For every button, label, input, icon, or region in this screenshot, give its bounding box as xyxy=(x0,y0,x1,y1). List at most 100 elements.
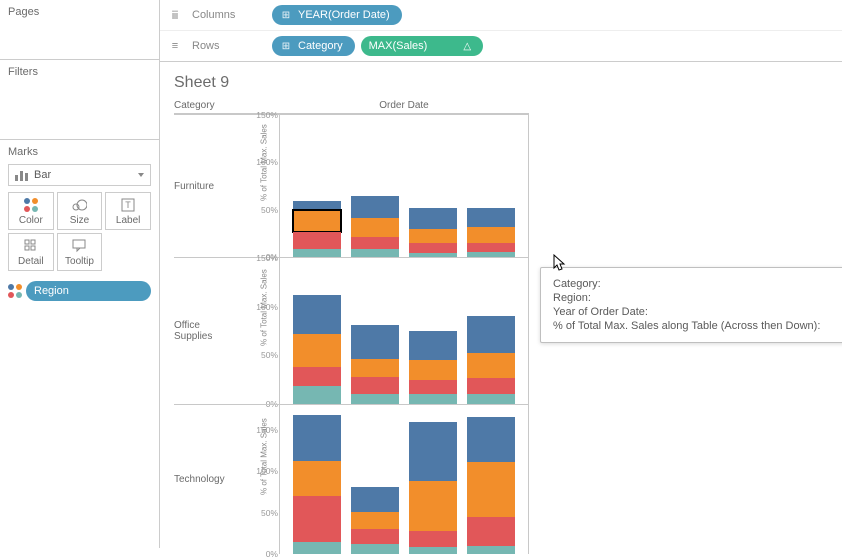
tooltip-key-region: Region: xyxy=(553,292,591,304)
bar-segment[interactable] xyxy=(293,295,341,334)
bar-segment[interactable] xyxy=(467,208,515,227)
bar-segment[interactable] xyxy=(467,243,515,253)
bar[interactable] xyxy=(409,208,457,257)
marks-size-button[interactable]: Size xyxy=(57,192,103,230)
year-pill[interactable]: YEAR(Order Date) xyxy=(272,5,402,25)
bar-segment[interactable] xyxy=(293,386,341,404)
rows-label: Rows xyxy=(192,40,262,52)
chart-cell: 0%50%100%150% xyxy=(279,114,529,257)
detail-icon xyxy=(24,238,38,254)
bar-segment[interactable] xyxy=(409,331,457,360)
bar-segment[interactable] xyxy=(351,377,399,395)
rows-shelf[interactable]: ≡ Rows Category MAX(Sales) xyxy=(160,31,842,61)
bar[interactable] xyxy=(467,316,515,404)
bar-segment[interactable] xyxy=(409,208,457,229)
label-icon: T xyxy=(121,197,135,213)
bar-segment[interactable] xyxy=(409,229,457,242)
bar-segment[interactable] xyxy=(409,394,457,404)
bar-segment[interactable] xyxy=(351,544,399,554)
bar-segment[interactable] xyxy=(409,380,457,395)
bar-segment[interactable] xyxy=(409,547,457,554)
delta-icon xyxy=(463,40,471,52)
bar-segment[interactable] xyxy=(293,334,341,366)
bar-segment[interactable] xyxy=(293,415,341,461)
row-category-label: Furniture xyxy=(174,114,249,257)
category-pill[interactable]: Category xyxy=(272,36,355,56)
marks-detail-label: Detail xyxy=(18,256,44,267)
marks-tooltip-label: Tooltip xyxy=(65,256,94,267)
bar[interactable] xyxy=(293,295,341,404)
bar-segment[interactable] xyxy=(467,353,515,378)
bar-segment[interactable] xyxy=(467,378,515,395)
columns-icon: ⅲ xyxy=(168,9,182,22)
bar-icon xyxy=(15,169,28,181)
row-category-label: OfficeSupplies xyxy=(174,257,249,404)
tooltip-icon xyxy=(72,238,86,254)
chart-cell: 0%50%100%150% xyxy=(279,257,529,404)
bar[interactable] xyxy=(293,201,341,257)
marks-detail-button[interactable]: Detail xyxy=(8,233,54,271)
filters-panel[interactable]: Filters xyxy=(0,60,159,140)
chevron-down-icon xyxy=(138,173,144,177)
bar-segment[interactable] xyxy=(467,316,515,353)
bar[interactable] xyxy=(293,415,341,554)
bar-segment[interactable] xyxy=(351,237,399,249)
bar[interactable] xyxy=(351,325,399,404)
bar[interactable] xyxy=(351,196,399,257)
bar-segment[interactable] xyxy=(351,249,399,257)
svg-text:T: T xyxy=(125,200,131,210)
color-icon xyxy=(8,284,22,298)
maxsales-pill[interactable]: MAX(Sales) xyxy=(361,36,483,56)
bar-segment[interactable] xyxy=(467,417,515,463)
bar[interactable] xyxy=(409,331,457,404)
plus-icon xyxy=(280,40,292,52)
marks-tooltip-button[interactable]: Tooltip xyxy=(57,233,103,271)
rows-icon: ≡ xyxy=(168,40,182,52)
bar-segment[interactable] xyxy=(351,325,399,359)
bar-segment[interactable] xyxy=(409,481,457,531)
bar-segment[interactable] xyxy=(467,462,515,516)
marks-size-label: Size xyxy=(70,215,89,226)
marks-label-button[interactable]: T Label xyxy=(105,192,151,230)
bar-segment[interactable] xyxy=(467,517,515,546)
bar-segment[interactable] xyxy=(351,359,399,377)
bar-segment[interactable] xyxy=(409,243,457,253)
mark-type-select[interactable]: Bar xyxy=(8,164,151,186)
bar-segment[interactable] xyxy=(293,201,341,211)
header-order-date: Order Date xyxy=(279,100,529,114)
maxsales-pill-label: MAX(Sales) xyxy=(369,40,428,52)
mark-type-label: Bar xyxy=(34,169,51,181)
bar-segment[interactable] xyxy=(409,360,457,380)
pages-panel[interactable]: Pages xyxy=(0,0,159,60)
bar-segment[interactable] xyxy=(293,210,341,232)
bar-segment[interactable] xyxy=(351,512,399,529)
tooltip: Category:Furniture Region:East Year of O… xyxy=(540,267,842,343)
chart-row: Furniture% of Total Max. Sales0%50%100%1… xyxy=(174,114,828,257)
main-area: ⅲ Columns YEAR(Order Date) ≡ Rows Catego… xyxy=(160,0,842,548)
bar-segment[interactable] xyxy=(351,196,399,218)
bar-segment[interactable] xyxy=(351,487,399,512)
bar[interactable] xyxy=(467,208,515,257)
sheet-title: Sheet 9 xyxy=(160,62,842,98)
bar[interactable] xyxy=(409,422,457,554)
bar[interactable] xyxy=(351,487,399,554)
bar-segment[interactable] xyxy=(467,546,515,554)
bar-segment[interactable] xyxy=(467,227,515,242)
bar-segment[interactable] xyxy=(467,394,515,404)
bar-segment[interactable] xyxy=(293,496,341,542)
bar-segment[interactable] xyxy=(293,232,341,249)
bar-segment[interactable] xyxy=(351,529,399,544)
region-pill-label: Region xyxy=(34,285,69,297)
category-pill-label: Category xyxy=(298,40,343,52)
bar-segment[interactable] xyxy=(409,531,457,548)
bar-segment[interactable] xyxy=(351,394,399,404)
bar-segment[interactable] xyxy=(409,422,457,480)
bar-segment[interactable] xyxy=(293,249,341,257)
marks-color-button[interactable]: Color xyxy=(8,192,54,230)
columns-shelf[interactable]: ⅲ Columns YEAR(Order Date) xyxy=(160,0,842,31)
region-pill[interactable]: Region xyxy=(26,281,151,301)
bar-segment[interactable] xyxy=(293,461,341,496)
bar-segment[interactable] xyxy=(351,218,399,237)
bar-segment[interactable] xyxy=(293,367,341,387)
bar[interactable] xyxy=(467,417,515,554)
